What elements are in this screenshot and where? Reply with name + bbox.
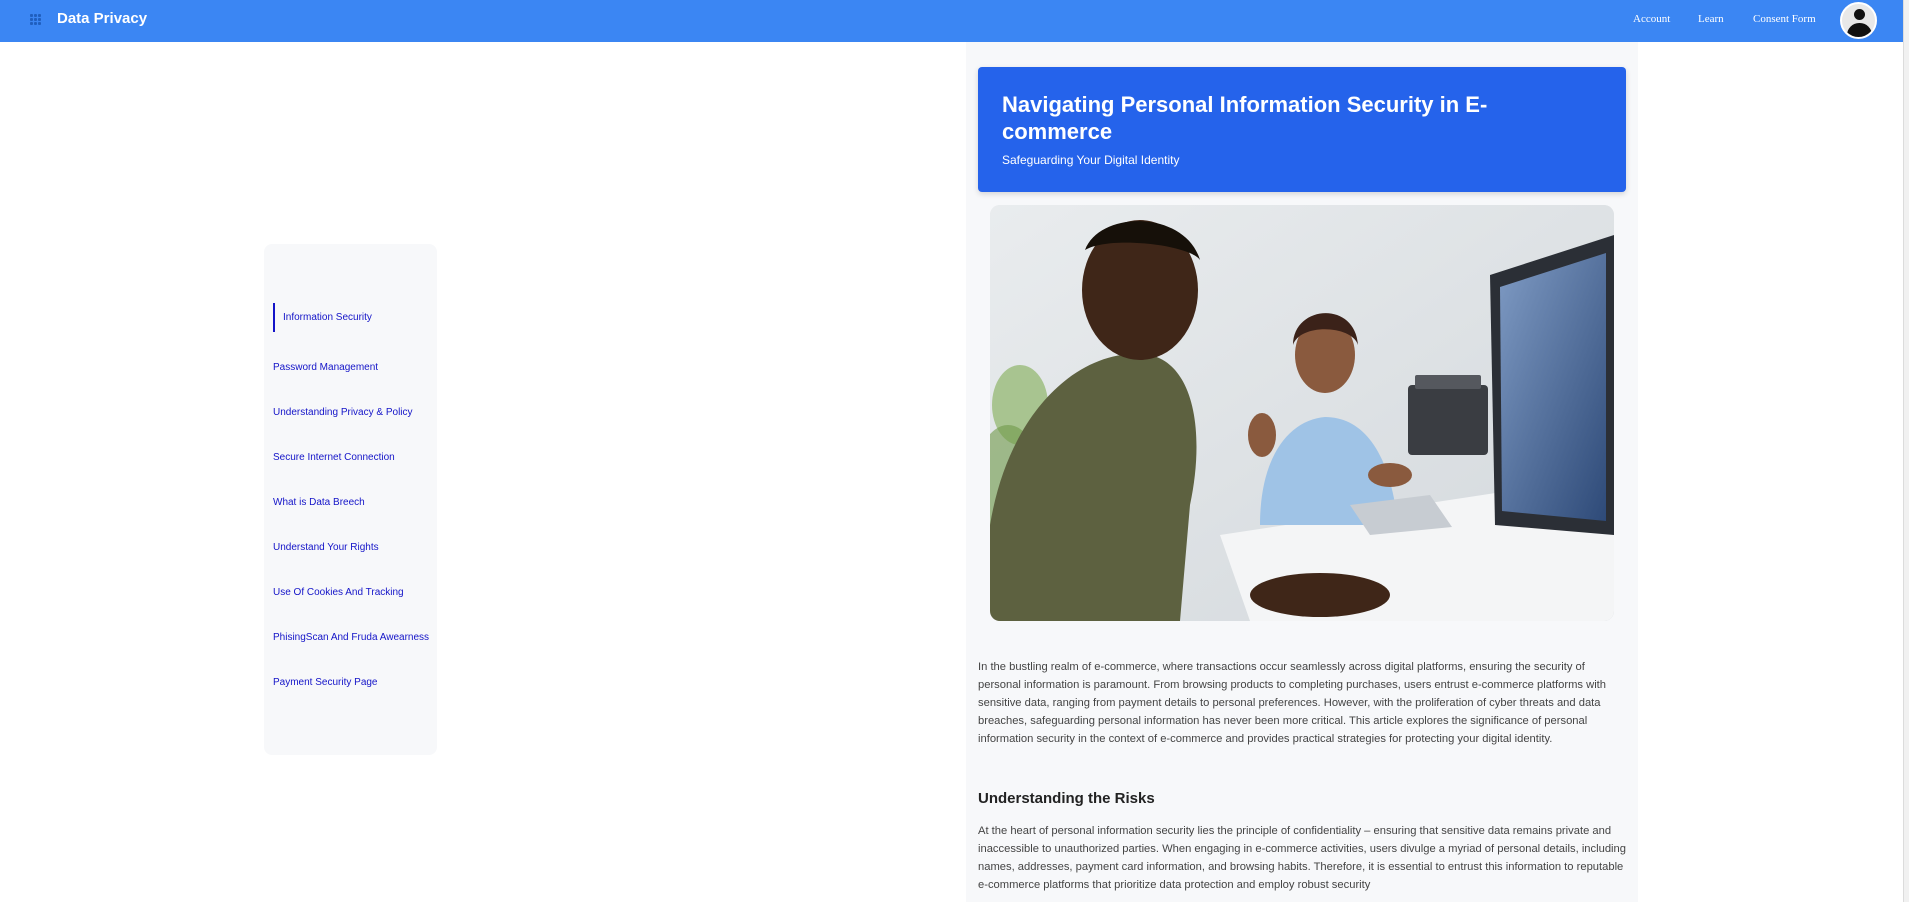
sidebar-item-information-security[interactable]: Information Security	[273, 303, 372, 332]
sidebar-item-your-rights[interactable]: Understand Your Rights	[273, 542, 379, 553]
article-sidebar: Information Security Password Management…	[264, 244, 437, 755]
article-hero-banner: Navigating Personal Information Security…	[978, 67, 1626, 192]
sidebar-item-cookies-tracking[interactable]: Use Of Cookies And Tracking	[273, 587, 404, 598]
article-subtitle: Safeguarding Your Digital Identity	[1002, 153, 1180, 167]
avatar-head-shape	[1854, 9, 1865, 20]
section-paragraph: At the heart of personal information sec…	[978, 825, 1626, 891]
avatar-body-shape	[1847, 23, 1872, 37]
sidebar-item-privacy-policy[interactable]: Understanding Privacy & Policy	[273, 407, 413, 418]
sidebar-item-password-management[interactable]: Password Management	[273, 362, 378, 373]
article-intro-paragraph: In the bustling realm of e-commerce, whe…	[978, 661, 1607, 745]
apps-grid-icon[interactable]	[30, 14, 41, 25]
sidebar-item-phishing-awareness[interactable]: PhisingScan And Fruda Awearness	[273, 632, 429, 643]
sidebar-item-payment-security[interactable]: Payment Security Page	[273, 677, 378, 688]
section-heading: Understanding the Risks	[978, 790, 1155, 807]
sidebar-item-data-breach[interactable]: What is Data Breech	[273, 497, 365, 508]
page-scrollbar[interactable]	[1903, 0, 1909, 902]
office-meeting-illustration	[990, 205, 1614, 621]
sidebar-item-secure-connection[interactable]: Secure Internet Connection	[273, 452, 395, 463]
user-avatar-icon[interactable]	[1840, 2, 1877, 39]
article-title: Navigating Personal Information Security…	[1002, 92, 1488, 144]
article-photo	[990, 205, 1614, 621]
nav-consent-form-link[interactable]: Consent Form	[1753, 13, 1816, 25]
article-content: Navigating Personal Information Security…	[966, 42, 1638, 902]
nav-learn-link[interactable]: Learn	[1698, 13, 1724, 25]
nav-account-link[interactable]: Account	[1633, 13, 1670, 25]
top-navbar: Data Privacy Account Learn Consent Form	[0, 0, 1903, 42]
brand-title[interactable]: Data Privacy	[57, 10, 147, 27]
